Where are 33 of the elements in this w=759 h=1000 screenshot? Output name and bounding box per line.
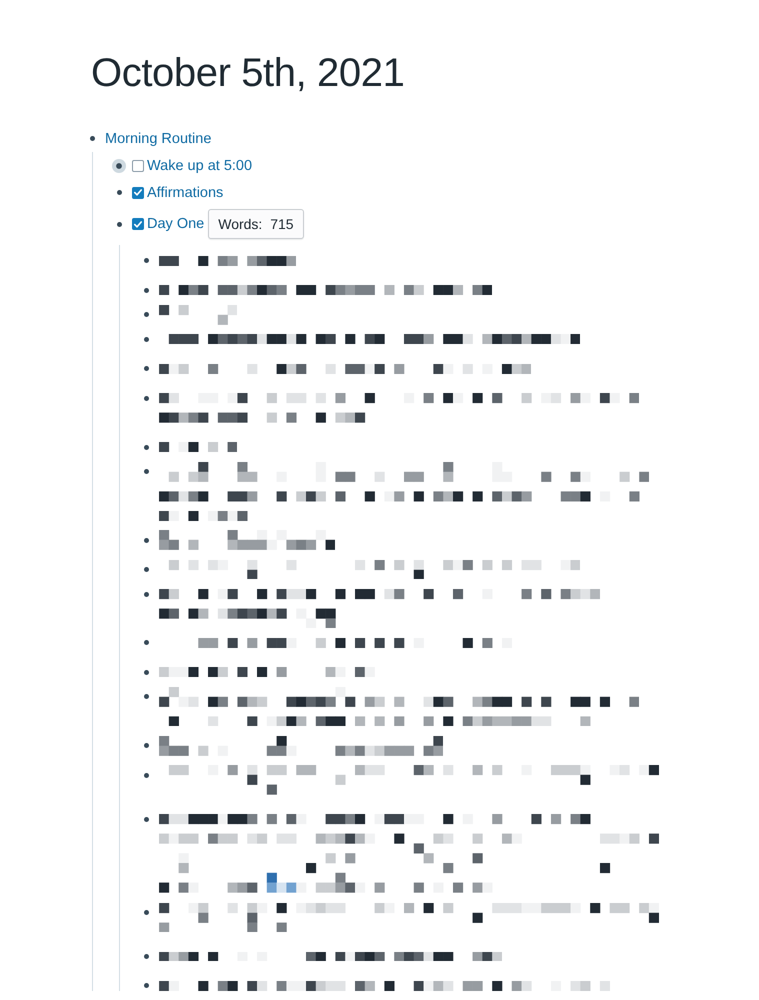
bullet-icon[interactable]	[144, 694, 148, 700]
page-link[interactable]: Day One	[147, 214, 204, 234]
word-count-badge: Words: 715	[208, 209, 304, 239]
page-title: October 5th, 2021	[91, 50, 406, 97]
bullet-icon[interactable]	[144, 288, 148, 293]
bullet-icon[interactable]	[144, 444, 148, 450]
bullet-icon[interactable]	[144, 772, 148, 778]
bullet-icon[interactable]	[144, 816, 148, 822]
bullet-icon[interactable]	[144, 312, 148, 318]
bullet-icon[interactable]	[144, 336, 148, 342]
bullet-icon[interactable]	[144, 258, 148, 264]
bullet-icon[interactable]	[144, 592, 148, 596]
bullet-icon[interactable]	[116, 222, 122, 226]
page-link[interactable]: Wake up at 5:00	[147, 156, 252, 176]
checkbox[interactable]	[132, 186, 144, 198]
bullet-icon[interactable]	[144, 366, 148, 372]
bullet-icon[interactable]	[144, 567, 148, 572]
page-link[interactable]: Affirmations	[147, 182, 224, 202]
bullet-icon[interactable]	[112, 158, 126, 172]
bullet-icon[interactable]	[144, 743, 148, 748]
bullet-icon[interactable]	[144, 640, 148, 646]
bullet-icon[interactable]	[144, 983, 148, 988]
bullet-icon[interactable]	[116, 190, 122, 195]
bullet-icon[interactable]	[144, 396, 148, 401]
bullet-icon[interactable]	[90, 136, 94, 141]
bullet-icon[interactable]	[144, 469, 148, 474]
page-link[interactable]: Morning Routine	[105, 128, 212, 148]
bullet-icon[interactable]	[144, 910, 148, 915]
bullet-icon[interactable]	[144, 538, 148, 543]
checkbox[interactable]	[132, 160, 144, 172]
checkbox[interactable]	[132, 218, 144, 230]
bullet-icon[interactable]	[144, 954, 148, 959]
bullet-icon[interactable]	[144, 670, 148, 675]
